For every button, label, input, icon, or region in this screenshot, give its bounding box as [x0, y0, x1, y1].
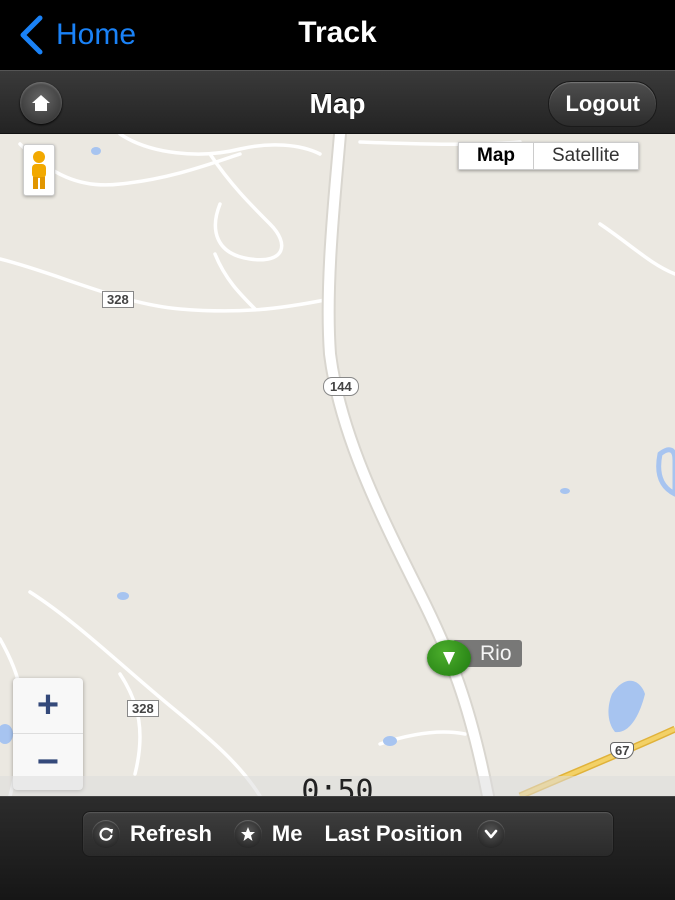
me-button[interactable]: Me [233, 811, 303, 857]
footer-toolbar: Refresh Me Last Position [0, 796, 675, 900]
refresh-icon [92, 820, 120, 848]
pegman-icon [32, 151, 46, 189]
nav-title: Track [298, 16, 377, 49]
last-position-button[interactable]: Last Position [324, 811, 462, 857]
me-label: Me [271, 821, 303, 846]
page-header: Map Logout [0, 70, 675, 134]
road-label-328-top: 328 [102, 291, 134, 308]
logout-button[interactable]: Logout [548, 81, 657, 127]
top-navbar: Home Track [0, 0, 675, 70]
road-label-328-bottom: 328 [127, 700, 159, 717]
footer-button-group: Refresh Me Last Position [82, 811, 614, 857]
map-type-control: Map Satellite [458, 142, 639, 170]
map-type-map-button[interactable]: Map [459, 143, 534, 169]
more-button[interactable] [476, 811, 515, 857]
star-icon [233, 820, 262, 848]
map-type-satellite-button[interactable]: Satellite [534, 143, 638, 169]
refresh-button[interactable]: Refresh [92, 811, 212, 857]
street-view-pegman[interactable] [23, 144, 55, 196]
chevron-down-icon [476, 820, 505, 848]
refresh-label: Refresh [130, 821, 212, 846]
vehicle-marker[interactable] [427, 640, 471, 676]
refresh-timer: 0:50 [301, 774, 374, 796]
zoom-in-button[interactable]: + [13, 678, 83, 734]
map-roads [0, 134, 675, 796]
map-view[interactable]: Map Satellite 328 144 328 67 Rio + − 0:5… [0, 134, 675, 796]
direction-arrow-icon [443, 652, 455, 665]
marker-circle [427, 640, 471, 676]
road-label-144: 144 [323, 377, 359, 396]
last-position-label: Last Position [324, 821, 463, 846]
